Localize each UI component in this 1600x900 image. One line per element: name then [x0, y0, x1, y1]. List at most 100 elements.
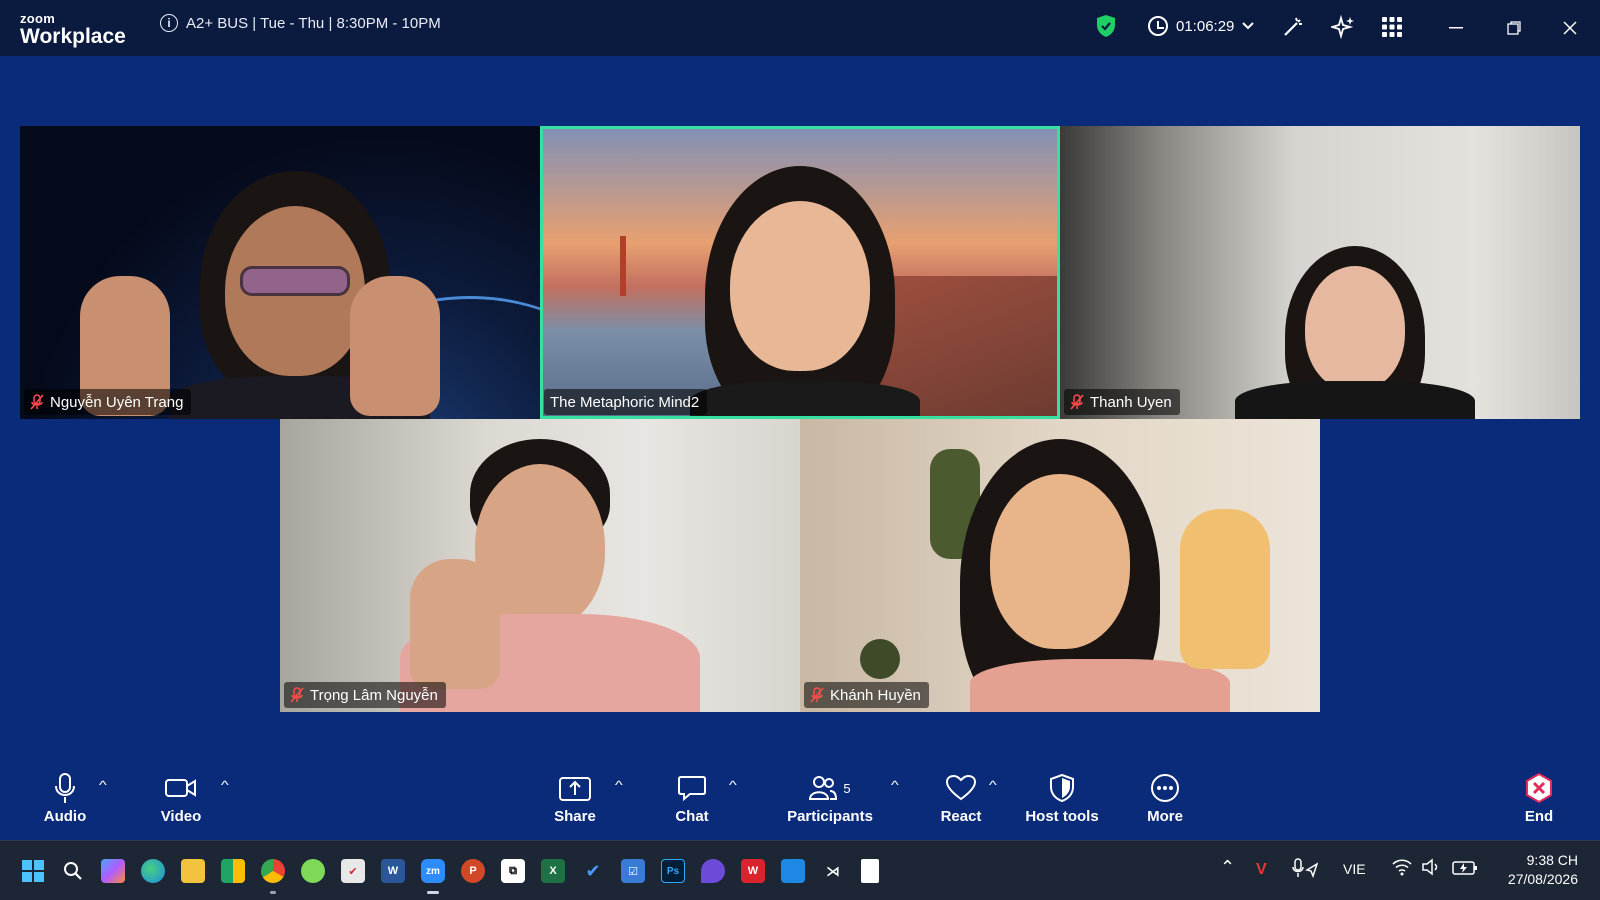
encryption-shield-icon[interactable]: [1096, 14, 1116, 38]
end-label: End: [1524, 808, 1554, 825]
edge-icon[interactable]: [141, 859, 165, 883]
photoshop-icon[interactable]: Ps: [661, 859, 685, 883]
chrome-icon[interactable]: [261, 859, 285, 883]
more-label: More: [1147, 808, 1183, 825]
participants-options-caret-icon[interactable]: ^: [891, 778, 899, 792]
participants-icon: [809, 776, 838, 800]
participant-name: The Metaphoric Mind2: [550, 393, 700, 411]
running-indicator: [270, 891, 276, 894]
logo-text-top: zoom: [20, 11, 56, 26]
wps-icon[interactable]: W: [741, 859, 765, 883]
participants-button[interactable]: 5 Participants: [780, 770, 880, 825]
start-icon[interactable]: [21, 859, 45, 883]
participant-name: Thanh Uyen: [1090, 393, 1172, 411]
antivirus-icon[interactable]: V: [1256, 861, 1267, 879]
bridge-tower: [620, 236, 626, 296]
app-icon[interactable]: [701, 859, 725, 883]
glasses: [240, 266, 350, 296]
windows-taskbar: ✔ W zm P ⧉ X ✔ ☑ Ps W ⋊ ⌃ V VIE 9:38 CH …: [0, 840, 1600, 900]
end-button[interactable]: End: [1489, 770, 1589, 825]
app-icon[interactable]: [781, 859, 805, 883]
audio-label: Audio: [43, 808, 87, 825]
powerpoint-label: P: [469, 865, 477, 877]
search-icon[interactable]: [61, 859, 85, 883]
chat-bubble-icon: [678, 776, 706, 801]
app-icon[interactable]: [301, 859, 325, 883]
wifi-icon[interactable]: [1392, 858, 1412, 879]
hand-peace-right: [350, 276, 440, 416]
mic-muted-icon: [1070, 394, 1084, 410]
microphone-icon: [55, 773, 75, 803]
video-tile[interactable]: Thanh Uyen: [1060, 126, 1580, 419]
more-button[interactable]: More: [1115, 770, 1215, 825]
excel-label: X: [549, 865, 557, 877]
participant-name: Trọng Lâm Nguyễn: [310, 686, 438, 704]
powerpoint-icon[interactable]: P: [461, 859, 485, 883]
mic-muted-icon: [290, 687, 304, 703]
ai-companion-sparkle-icon[interactable]: [1330, 14, 1356, 40]
tasks-icon[interactable]: ✔: [581, 859, 605, 883]
hand-gesture: [410, 559, 500, 689]
zoom-label: zm: [426, 865, 440, 877]
participant-name: Khánh Huyền: [830, 686, 921, 704]
plant-small: [860, 639, 900, 679]
video-label: Video: [160, 808, 202, 825]
logo-text-bottom: Workplace: [20, 25, 126, 48]
audio-options-caret-icon[interactable]: ^: [99, 778, 107, 792]
video-tile[interactable]: Nguyễn Uyên Trang: [20, 126, 540, 419]
share-options-caret-icon[interactable]: ^: [615, 778, 623, 792]
volume-icon[interactable]: [1421, 858, 1441, 879]
excel-icon[interactable]: X: [541, 859, 565, 883]
chat-button[interactable]: Chat: [642, 770, 742, 825]
react-options-caret-icon[interactable]: ^: [989, 778, 997, 792]
photoshop-label: Ps: [666, 865, 680, 877]
microphone-location-icon[interactable]: [1292, 858, 1319, 881]
react-label: React: [940, 808, 982, 825]
camera-icon: [165, 779, 196, 797]
meet-icon[interactable]: [221, 859, 245, 883]
share-button[interactable]: Share: [525, 770, 625, 825]
heart-icon: [946, 775, 976, 801]
capcut-icon[interactable]: ⋊: [821, 859, 845, 883]
video-options-caret-icon[interactable]: ^: [221, 778, 229, 792]
tile-nameplate: Thanh Uyen: [1064, 389, 1180, 415]
file-explorer-icon[interactable]: [181, 859, 205, 883]
apps-grid-icon[interactable]: [1379, 14, 1405, 40]
annotate-wand-icon[interactable]: [1280, 14, 1306, 40]
video-tile-active-speaker[interactable]: The Metaphoric Mind2: [540, 126, 1060, 419]
planner-icon[interactable]: ☑: [621, 859, 645, 883]
video-tile[interactable]: Trọng Lâm Nguyễn: [280, 419, 800, 712]
battery-charging-icon[interactable]: [1452, 858, 1478, 879]
face: [990, 474, 1130, 649]
elapsed-time: 01:06:29: [1176, 17, 1235, 35]
video-button[interactable]: Video: [131, 770, 231, 825]
input-language[interactable]: VIE: [1343, 861, 1366, 877]
minimize-button[interactable]: [1436, 12, 1476, 44]
active-app-indicator: [427, 891, 439, 894]
video-tile[interactable]: Khánh Huyền: [800, 419, 1320, 712]
word-icon[interactable]: W: [381, 859, 405, 883]
zoom-icon[interactable]: zm: [421, 859, 445, 883]
taskbar-clock[interactable]: 9:38 CH 27/08/2026: [1508, 851, 1578, 889]
show-hidden-icons-chevron-icon[interactable]: ⌃: [1220, 857, 1235, 878]
chevron-down-icon[interactable]: [1242, 22, 1255, 30]
meeting-timer[interactable]: 01:06:29: [1148, 16, 1255, 36]
clock-icon: [1148, 16, 1168, 36]
restore-button[interactable]: [1494, 12, 1534, 44]
meeting-info[interactable]: i A2+ BUS | Tue - Thu | 8:30PM - 10PM: [160, 14, 441, 32]
hand-peace: [1180, 509, 1270, 669]
notepad-icon[interactable]: [861, 859, 879, 883]
meeting-controls: Audio ^ Video ^ Share ^ Chat ^ 5 Partici…: [0, 770, 1600, 840]
info-icon[interactable]: i: [160, 14, 178, 32]
copilot-icon[interactable]: [101, 859, 125, 883]
capcut-icon[interactable]: ⧉: [501, 859, 525, 883]
close-button[interactable]: [1550, 12, 1590, 44]
chat-label: Chat: [675, 808, 709, 825]
todo-icon[interactable]: ✔: [341, 859, 365, 883]
meeting-topic: A2+ BUS | Tue - Thu | 8:30PM - 10PM: [186, 14, 441, 32]
chat-options-caret-icon[interactable]: ^: [729, 778, 737, 792]
participant-count: 5: [843, 780, 851, 796]
host-tools-button[interactable]: Host tools: [1012, 770, 1112, 825]
clock-time: 9:38 CH: [1526, 852, 1578, 868]
body: [1235, 381, 1475, 419]
